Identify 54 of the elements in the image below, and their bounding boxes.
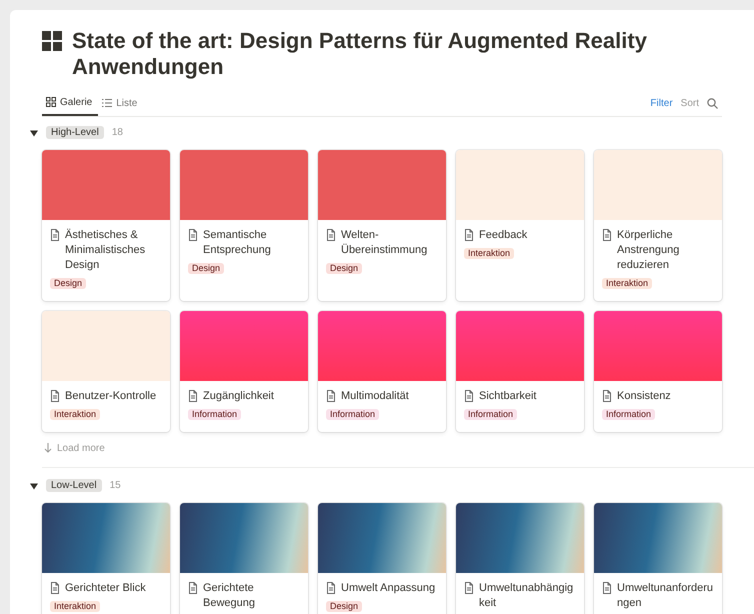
list-icon — [102, 98, 112, 108]
gallery-icon — [46, 97, 56, 107]
document-icon — [188, 229, 198, 241]
document-icon — [50, 229, 60, 241]
card-title[interactable]: Semantische Entsprechung — [203, 228, 300, 258]
category-tag: Interaktion — [50, 409, 100, 420]
document-icon — [464, 390, 474, 402]
document-icon — [602, 229, 612, 241]
group-label: High-Level — [46, 126, 104, 139]
card-title[interactable]: Benutzer-Kontrolle — [65, 389, 156, 404]
document-icon — [326, 390, 336, 402]
category-tag: Design — [188, 263, 224, 274]
category-tag: Interaktion — [50, 601, 100, 612]
triangle-icon[interactable] — [30, 482, 38, 490]
card-title[interactable]: Ästhetisches & Minimalistisches Design — [65, 228, 162, 273]
document-icon — [602, 582, 612, 594]
document-icon — [464, 229, 474, 241]
document-icon — [188, 390, 198, 402]
category-tag: Design — [50, 278, 86, 289]
category-tag: Design — [326, 601, 362, 612]
group-count: 15 — [110, 480, 121, 491]
card-title[interactable]: Sichtbarkeit — [479, 389, 536, 404]
card-title[interactable]: Konsistenz — [617, 389, 671, 404]
category-tag: Information — [464, 409, 518, 420]
card-title[interactable]: Umwelt Anpassung — [341, 581, 436, 596]
category-tag: Information — [326, 409, 380, 420]
card-title[interactable]: Welten-Übereinstimmung — [341, 228, 438, 258]
document-icon — [188, 582, 198, 594]
search-icon[interactable] — [707, 98, 718, 108]
arrow-down-icon — [44, 443, 52, 453]
card-title[interactable]: Feedback — [479, 228, 528, 243]
category-tag: Information — [188, 409, 242, 420]
document-icon — [464, 582, 474, 594]
triangle-icon[interactable] — [30, 128, 38, 136]
view-tab[interactable]: Galerie — [42, 90, 98, 116]
group-count: 18 — [112, 127, 123, 138]
document-icon — [326, 582, 336, 594]
category-tag: Interaktion — [602, 278, 652, 289]
category-tag: Design — [326, 263, 362, 274]
view-tab[interactable]: Liste — [98, 90, 144, 116]
document-icon — [602, 390, 612, 402]
group-label: Low-Level — [46, 479, 102, 492]
page-title: State of the art: Design Patterns für Augmented Reality Anwendungen — [72, 28, 648, 80]
grid-icon — [42, 31, 62, 51]
category-tag: Interaktion — [464, 248, 514, 259]
card-title[interactable]: Körperliche Anstrengung reduzieren — [617, 228, 714, 273]
card-title[interactable]: Gerichteter Blick — [65, 581, 146, 596]
filter-button[interactable]: Filter — [646, 98, 677, 108]
card-title[interactable]: Multimodalität — [341, 389, 409, 404]
document-icon — [50, 582, 60, 594]
card-title[interactable]: Zugänglichkeit — [203, 389, 274, 404]
document-icon — [326, 229, 336, 241]
document-icon — [50, 390, 60, 402]
category-tag: Information — [602, 409, 656, 420]
